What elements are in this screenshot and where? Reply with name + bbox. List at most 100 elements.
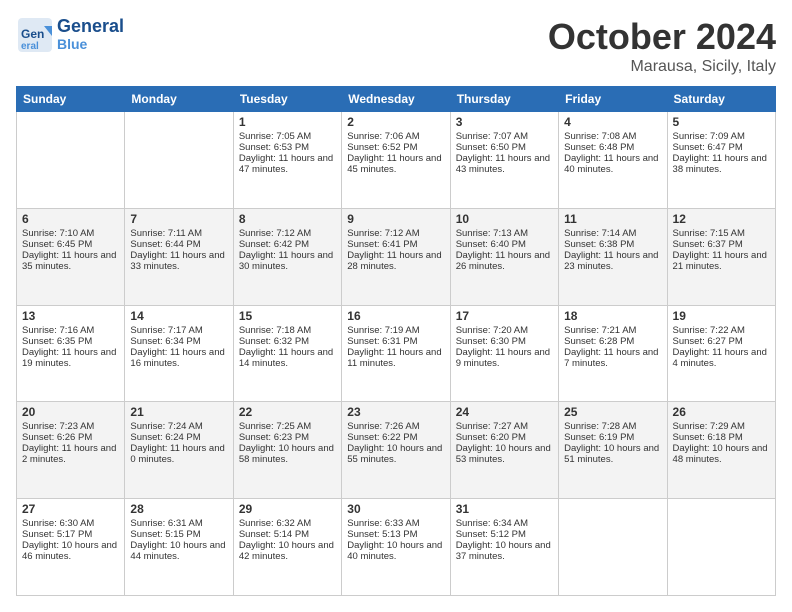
day-info: Daylight: 10 hours and 42 minutes.	[239, 540, 336, 562]
day-info: Sunset: 6:23 PM	[239, 432, 336, 443]
day-info: Sunset: 6:52 PM	[347, 142, 444, 153]
table-row: 7Sunrise: 7:11 AMSunset: 6:44 PMDaylight…	[125, 208, 233, 305]
day-info: Daylight: 11 hours and 23 minutes.	[564, 250, 661, 272]
day-info: Sunrise: 7:29 AM	[673, 421, 770, 432]
location: Marausa, Sicily, Italy	[548, 58, 776, 76]
day-info: Daylight: 10 hours and 37 minutes.	[456, 540, 553, 562]
calendar-week-row: 1Sunrise: 7:05 AMSunset: 6:53 PMDaylight…	[17, 112, 776, 209]
day-info: Sunrise: 7:18 AM	[239, 325, 336, 336]
day-number: 8	[239, 212, 336, 226]
day-info: Daylight: 11 hours and 4 minutes.	[673, 347, 770, 369]
table-row: 22Sunrise: 7:25 AMSunset: 6:23 PMDayligh…	[233, 402, 341, 499]
day-info: Sunrise: 7:12 AM	[347, 228, 444, 239]
day-info: Daylight: 11 hours and 7 minutes.	[564, 347, 661, 369]
day-info: Daylight: 11 hours and 45 minutes.	[347, 153, 444, 175]
day-info: Sunrise: 7:06 AM	[347, 131, 444, 142]
day-info: Sunset: 6:42 PM	[239, 239, 336, 250]
day-number: 17	[456, 309, 553, 323]
day-info: Daylight: 11 hours and 38 minutes.	[673, 153, 770, 175]
day-info: Sunrise: 7:24 AM	[130, 421, 227, 432]
day-info: Sunset: 6:32 PM	[239, 336, 336, 347]
day-number: 31	[456, 502, 553, 516]
day-number: 28	[130, 502, 227, 516]
table-row: 14Sunrise: 7:17 AMSunset: 6:34 PMDayligh…	[125, 305, 233, 402]
month-title: October 2024	[548, 16, 776, 58]
day-info: Sunrise: 7:17 AM	[130, 325, 227, 336]
day-number: 6	[22, 212, 119, 226]
col-friday: Friday	[559, 87, 667, 112]
day-info: Daylight: 11 hours and 16 minutes.	[130, 347, 227, 369]
day-info: Daylight: 10 hours and 48 minutes.	[673, 443, 770, 465]
day-info: Sunset: 6:19 PM	[564, 432, 661, 443]
day-number: 18	[564, 309, 661, 323]
day-number: 26	[673, 405, 770, 419]
table-row: 31Sunrise: 6:34 AMSunset: 5:12 PMDayligh…	[450, 499, 558, 596]
day-info: Daylight: 10 hours and 53 minutes.	[456, 443, 553, 465]
day-info: Daylight: 11 hours and 9 minutes.	[456, 347, 553, 369]
day-info: Sunrise: 6:33 AM	[347, 518, 444, 529]
day-info: Sunset: 6:24 PM	[130, 432, 227, 443]
day-info: Sunset: 6:45 PM	[22, 239, 119, 250]
day-info: Sunset: 6:50 PM	[456, 142, 553, 153]
table-row: 9Sunrise: 7:12 AMSunset: 6:41 PMDaylight…	[342, 208, 450, 305]
day-info: Sunrise: 6:34 AM	[456, 518, 553, 529]
day-info: Sunrise: 6:31 AM	[130, 518, 227, 529]
day-info: Sunset: 5:14 PM	[239, 529, 336, 540]
day-info: Daylight: 11 hours and 19 minutes.	[22, 347, 119, 369]
logo-name: General	[57, 17, 124, 37]
day-info: Sunset: 5:13 PM	[347, 529, 444, 540]
calendar-week-row: 13Sunrise: 7:16 AMSunset: 6:35 PMDayligh…	[17, 305, 776, 402]
col-thursday: Thursday	[450, 87, 558, 112]
day-number: 11	[564, 212, 661, 226]
day-info: Daylight: 10 hours and 46 minutes.	[22, 540, 119, 562]
calendar-week-row: 6Sunrise: 7:10 AMSunset: 6:45 PMDaylight…	[17, 208, 776, 305]
day-number: 15	[239, 309, 336, 323]
col-wednesday: Wednesday	[342, 87, 450, 112]
day-info: Sunrise: 7:16 AM	[22, 325, 119, 336]
day-info: Sunrise: 7:25 AM	[239, 421, 336, 432]
title-block: October 2024 Marausa, Sicily, Italy	[548, 16, 776, 76]
table-row: 15Sunrise: 7:18 AMSunset: 6:32 PMDayligh…	[233, 305, 341, 402]
day-number: 4	[564, 115, 661, 129]
day-number: 10	[456, 212, 553, 226]
table-row: 11Sunrise: 7:14 AMSunset: 6:38 PMDayligh…	[559, 208, 667, 305]
day-number: 12	[673, 212, 770, 226]
day-info: Sunset: 6:35 PM	[22, 336, 119, 347]
table-row	[125, 112, 233, 209]
header: Gen eral General Blue October 2024 Marau…	[16, 16, 776, 76]
day-info: Sunrise: 6:32 AM	[239, 518, 336, 529]
day-info: Daylight: 11 hours and 35 minutes.	[22, 250, 119, 272]
day-number: 25	[564, 405, 661, 419]
day-info: Sunset: 6:20 PM	[456, 432, 553, 443]
col-monday: Monday	[125, 87, 233, 112]
day-info: Sunset: 6:26 PM	[22, 432, 119, 443]
day-info: Daylight: 11 hours and 21 minutes.	[673, 250, 770, 272]
day-info: Sunset: 6:47 PM	[673, 142, 770, 153]
day-info: Sunrise: 7:08 AM	[564, 131, 661, 142]
day-number: 7	[130, 212, 227, 226]
day-info: Sunset: 6:28 PM	[564, 336, 661, 347]
day-info: Sunset: 6:37 PM	[673, 239, 770, 250]
day-number: 27	[22, 502, 119, 516]
day-info: Daylight: 11 hours and 2 minutes.	[22, 443, 119, 465]
day-info: Sunset: 6:48 PM	[564, 142, 661, 153]
col-saturday: Saturday	[667, 87, 775, 112]
day-info: Sunset: 6:34 PM	[130, 336, 227, 347]
table-row: 20Sunrise: 7:23 AMSunset: 6:26 PMDayligh…	[17, 402, 125, 499]
table-row: 6Sunrise: 7:10 AMSunset: 6:45 PMDaylight…	[17, 208, 125, 305]
table-row: 24Sunrise: 7:27 AMSunset: 6:20 PMDayligh…	[450, 402, 558, 499]
day-info: Daylight: 11 hours and 47 minutes.	[239, 153, 336, 175]
day-info: Sunrise: 7:12 AM	[239, 228, 336, 239]
table-row: 1Sunrise: 7:05 AMSunset: 6:53 PMDaylight…	[233, 112, 341, 209]
day-number: 19	[673, 309, 770, 323]
day-info: Sunset: 5:15 PM	[130, 529, 227, 540]
day-info: Sunrise: 7:22 AM	[673, 325, 770, 336]
day-info: Sunrise: 7:19 AM	[347, 325, 444, 336]
day-info: Daylight: 10 hours and 51 minutes.	[564, 443, 661, 465]
day-info: Daylight: 11 hours and 26 minutes.	[456, 250, 553, 272]
day-info: Sunrise: 7:20 AM	[456, 325, 553, 336]
table-row	[17, 112, 125, 209]
table-row: 29Sunrise: 6:32 AMSunset: 5:14 PMDayligh…	[233, 499, 341, 596]
day-info: Daylight: 10 hours and 58 minutes.	[239, 443, 336, 465]
day-info: Sunset: 6:30 PM	[456, 336, 553, 347]
